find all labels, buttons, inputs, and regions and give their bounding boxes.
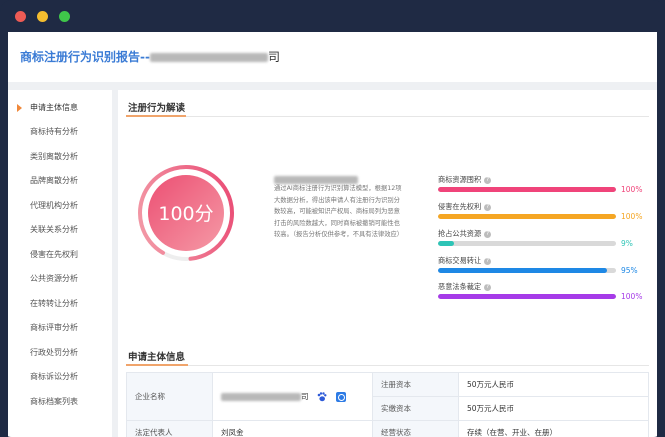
help-icon[interactable]: ? bbox=[484, 176, 492, 184]
sidebar-item-label: 关联关系分析 bbox=[30, 225, 78, 234]
section-underline bbox=[126, 364, 188, 366]
report-header: 商标注册行为识别报告-- 司 bbox=[8, 32, 657, 82]
sidebar-item-label: 商标持有分析 bbox=[30, 127, 78, 136]
paid-capital-label: 实缴资本 bbox=[372, 396, 459, 421]
sidebar-item-label: 在转转让分析 bbox=[30, 299, 78, 308]
company-name-label: 企业名称 bbox=[126, 372, 213, 421]
metric-bar-fill bbox=[438, 268, 608, 273]
sidebar-item-prior-rights[interactable]: 侵害在先权利 bbox=[8, 246, 112, 264]
section-underline bbox=[126, 115, 186, 117]
sidebar-item-review-analysis[interactable]: 商标评审分析 bbox=[8, 319, 112, 337]
sidebar-item-archive-list[interactable]: 商标档案列表 bbox=[8, 393, 112, 411]
metric-bar-resource-hoarding bbox=[438, 187, 616, 192]
metric-percent: 100% bbox=[621, 185, 643, 194]
company-search-icon[interactable] bbox=[336, 392, 347, 402]
sidebar-item-penalty-analysis[interactable]: 行政处罚分析 bbox=[8, 344, 112, 362]
window-titlebar bbox=[0, 0, 665, 32]
registered-capital-label: 注册资本 bbox=[372, 372, 459, 397]
sidebar-item-class-dispersion[interactable]: 类别离散分析 bbox=[8, 148, 112, 166]
page-content: 商标注册行为识别报告-- 司 申请主体信息 商标持有分析 类别离散分析 品牌离散分… bbox=[8, 32, 657, 437]
sidebar-item-label: 申请主体信息 bbox=[30, 103, 78, 112]
status-label: 经营状态 bbox=[372, 420, 459, 437]
sidebar-item-label: 商标档案列表 bbox=[30, 397, 78, 406]
sidebar-item-label: 代理机构分析 bbox=[30, 201, 78, 210]
metric-label-resource-hoarding: 商标资源囤积? bbox=[438, 175, 492, 185]
applicant-info-table: 企业名称 司 注册资本 50万元人民币 实缴资本 50万元人民币 法定代表人 刘… bbox=[126, 372, 649, 437]
sidebar-item-relation-analysis[interactable]: 关联关系分析 bbox=[8, 221, 112, 239]
help-icon[interactable]: ? bbox=[484, 203, 492, 211]
main-panel: 注册行为解读 100分 通过AI商标注册行为识别算法模型，根据12项大数据分析，… bbox=[118, 90, 657, 437]
sidebar-item-label: 侵害在先权利 bbox=[30, 250, 78, 259]
metric-label-prior-rights: 侵害在先权利? bbox=[438, 202, 492, 212]
paid-capital-value: 50万元人民币 bbox=[458, 396, 649, 421]
metric-label-transfer: 商标交易转让? bbox=[438, 256, 492, 266]
sidebar-item-holding-analysis[interactable]: 商标持有分析 bbox=[8, 123, 112, 141]
metric-bar-transfer bbox=[438, 268, 616, 273]
applicant-section-title: 申请主体信息 bbox=[128, 352, 186, 363]
sidebar-item-public-resources[interactable]: 公共资源分析 bbox=[8, 270, 112, 288]
maximize-window-button[interactable] bbox=[59, 11, 70, 22]
metric-bar-malicious-ruling bbox=[438, 294, 616, 299]
metric-percent: 95% bbox=[621, 266, 638, 275]
active-arrow-icon bbox=[17, 104, 22, 112]
sidebar-item-label: 行政处罚分析 bbox=[30, 348, 78, 357]
table-row: 法定代表人 刘凤金 经营状态 存续（在营、开业、在册） bbox=[126, 420, 649, 437]
sidebar-item-litigation-analysis[interactable]: 商标诉讼分析 bbox=[8, 368, 112, 386]
metric-percent: 100% bbox=[621, 292, 643, 301]
minimize-window-button[interactable] bbox=[37, 11, 48, 22]
metric-bar-fill bbox=[438, 294, 616, 299]
metric-label-malicious-ruling: 恶意法条裁定? bbox=[438, 282, 492, 292]
report-title-prefix: 商标注册行为识别报告-- bbox=[20, 50, 150, 64]
report-title-suffix: 司 bbox=[267, 50, 280, 64]
close-window-button[interactable] bbox=[15, 11, 26, 22]
blurred-company-name bbox=[149, 53, 268, 62]
help-icon[interactable]: ? bbox=[484, 230, 492, 238]
section-divider bbox=[126, 365, 649, 366]
metric-bar-prior-rights bbox=[438, 214, 616, 219]
registered-capital-value: 50万元人民币 bbox=[458, 372, 649, 397]
sidebar-item-label: 品牌离散分析 bbox=[30, 176, 78, 185]
metric-label-public-resources: 抢占公共资源? bbox=[438, 229, 492, 239]
sidebar-item-agency-analysis[interactable]: 代理机构分析 bbox=[8, 197, 112, 215]
baidu-paw-icon[interactable] bbox=[317, 392, 327, 402]
sidebar-item-label: 商标评审分析 bbox=[30, 323, 78, 332]
metric-bar-fill bbox=[438, 187, 616, 192]
sidebar-item-label: 类别离散分析 bbox=[30, 152, 78, 161]
metric-percent: 9% bbox=[621, 239, 633, 248]
score-value: 100分 bbox=[158, 203, 213, 225]
sidebar-nav: 申请主体信息 商标持有分析 类别离散分析 品牌离散分析 代理机构分析 关联关系分… bbox=[8, 90, 112, 437]
sidebar-item-brand-dispersion[interactable]: 品牌离散分析 bbox=[8, 172, 112, 190]
metric-bar-fill bbox=[438, 214, 616, 219]
sidebar-item-transfer-analysis[interactable]: 在转转让分析 bbox=[8, 295, 112, 313]
status-value: 存续（在营、开业、在册） bbox=[458, 420, 649, 437]
metric-bar-public-resources bbox=[438, 241, 616, 246]
score-gauge: 100分 bbox=[138, 165, 234, 261]
sidebar-item-label: 商标诉讼分析 bbox=[30, 372, 78, 381]
help-icon[interactable]: ? bbox=[484, 257, 492, 265]
help-icon[interactable]: ? bbox=[484, 283, 492, 291]
behavior-description: 通过AI商标注册行为识别算法模型，根据12项大数据分析，得出该申请人有注册行为识… bbox=[274, 185, 404, 239]
legal-rep-label: 法定代表人 bbox=[126, 420, 213, 437]
section-divider bbox=[126, 116, 649, 117]
table-row: 企业名称 司 注册资本 50万元人民币 bbox=[126, 372, 649, 421]
page-title: 商标注册行为识别报告-- 司 bbox=[20, 48, 280, 65]
behavior-section-title: 注册行为解读 bbox=[128, 103, 186, 114]
metric-percent: 100% bbox=[621, 212, 643, 221]
app-window: 商标注册行为识别报告-- 司 申请主体信息 商标持有分析 类别离散分析 品牌离散分… bbox=[0, 0, 665, 437]
legal-rep-value: 刘凤金 bbox=[212, 420, 373, 437]
metric-bar-fill bbox=[438, 241, 455, 246]
blurred-company-name bbox=[221, 393, 301, 401]
sidebar-item-applicant-info[interactable]: 申请主体信息 bbox=[8, 99, 112, 117]
sidebar-item-label: 公共资源分析 bbox=[30, 274, 78, 283]
company-name-value: 司 bbox=[212, 372, 373, 421]
